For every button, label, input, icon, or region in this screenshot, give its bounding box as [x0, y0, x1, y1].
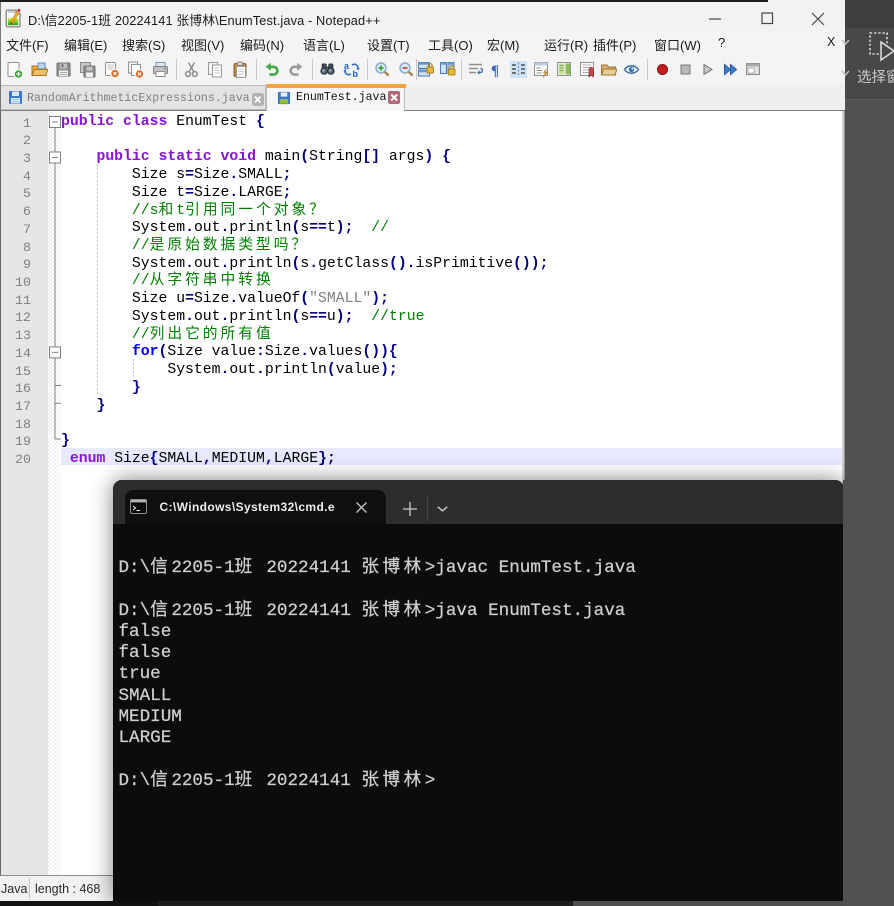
svg-text:¶: ¶: [491, 63, 499, 78]
svg-text:b: b: [352, 69, 358, 78]
